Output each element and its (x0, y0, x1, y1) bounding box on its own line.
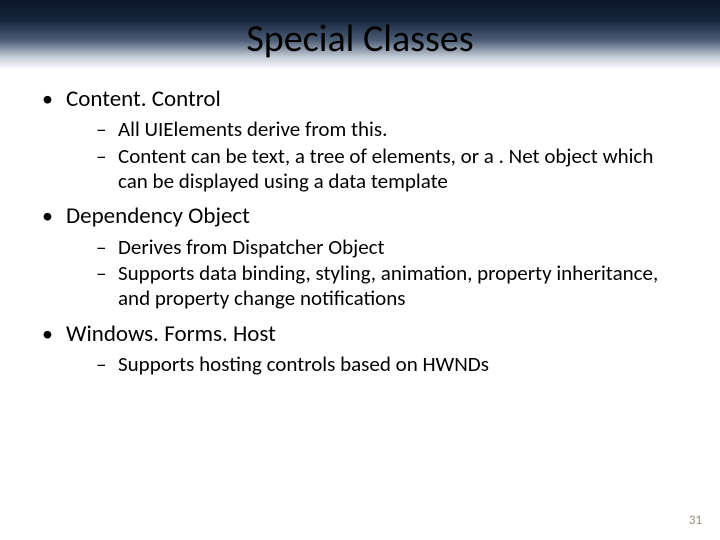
slide: Special Classes Content. Control All UIE… (0, 0, 720, 540)
sub-bullet: Supports hosting controls based on HWNDs (66, 352, 682, 377)
slide-title: Special Classes (0, 0, 720, 62)
slide-body: Content. Control All UIElements derive f… (0, 62, 720, 377)
bullet-label: Dependency Object (66, 202, 250, 230)
bullet-label: Windows. Forms. Host (66, 320, 276, 348)
bullet-item: Windows. Forms. Host Supports hosting co… (38, 321, 682, 377)
bullet-item: Dependency Object Derives from Dispatche… (38, 203, 682, 310)
sub-bullet: All UIElements derive from this. (66, 117, 682, 142)
sub-bullet: Derives from Dispatcher Object (66, 235, 682, 260)
bullet-item: Content. Control All UIElements derive f… (38, 86, 682, 193)
sub-bullet: Supports data binding, styling, animatio… (66, 261, 682, 311)
bullet-label: Content. Control (66, 85, 221, 113)
sub-bullet: Content can be text, a tree of elements,… (66, 144, 682, 194)
page-number: 31 (689, 513, 702, 528)
